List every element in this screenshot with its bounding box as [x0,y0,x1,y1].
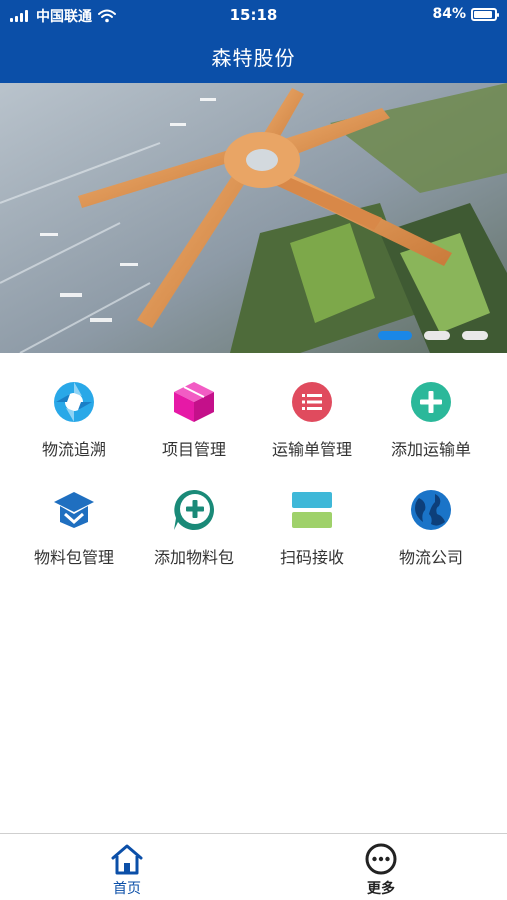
battery-percent: 84% [432,6,466,22]
menu-item-logistics-trace[interactable]: 物流追溯 [15,360,133,460]
menu-item-label: 物流追溯 [41,440,106,459]
status-bar: 中国联通 15:18 84% [0,0,507,30]
carousel-dot[interactable] [424,331,450,340]
tab-bar: 首页 更多 [0,833,507,900]
plus-circle-icon [411,382,451,422]
page-title: 森特股份 [211,46,296,70]
globe-icon [411,490,451,530]
menu-item-scan-receive[interactable]: 扫码接收 [253,468,371,568]
menu-item-label: 添加物料包 [153,548,234,567]
tab-more[interactable]: 更多 [336,842,426,898]
menu-item-label: 物料包管理 [33,548,114,567]
nav-bar: 森特股份 [0,30,507,83]
home-icon [111,844,143,875]
menu-item-label: 扫码接收 [279,548,344,567]
scan-card-icon [292,492,332,528]
carousel-dot[interactable] [462,331,488,340]
menu-item-label: 项目管理 [161,440,226,459]
menu-item-label: 物流公司 [398,548,463,567]
menu-item-add-waybill[interactable]: 添加运输单 [372,360,490,460]
banner-carousel[interactable] [0,83,507,353]
battery-icon [471,7,499,21]
banner-image [0,83,507,353]
menu-item-project-management[interactable]: 项目管理 [135,360,253,460]
carousel-indicators[interactable] [378,331,500,340]
clock: 15:18 [229,6,278,24]
menu-item-label: 添加运输单 [390,440,471,459]
more-icon [365,843,397,875]
menu-item-add-package[interactable]: 添加物料包 [135,468,253,568]
menu-item-package-management[interactable]: 物料包管理 [15,468,133,568]
list-icon [292,382,332,422]
tab-home-label: 首页 [113,881,141,897]
graduation-cap-icon [54,492,94,528]
tab-home[interactable]: 首页 [82,842,172,898]
aperture-icon [54,382,94,422]
add-chat-icon [174,490,214,530]
tab-more-label: 更多 [367,881,395,897]
menu-item-logistics-company[interactable]: 物流公司 [372,468,490,568]
status-right: 84% [432,6,499,22]
menu-item-waybill-management[interactable]: 运输单管理 [253,360,371,460]
carousel-dot[interactable] [378,331,412,340]
menu-item-label: 运输单管理 [271,440,352,459]
cube-icon [174,382,214,422]
